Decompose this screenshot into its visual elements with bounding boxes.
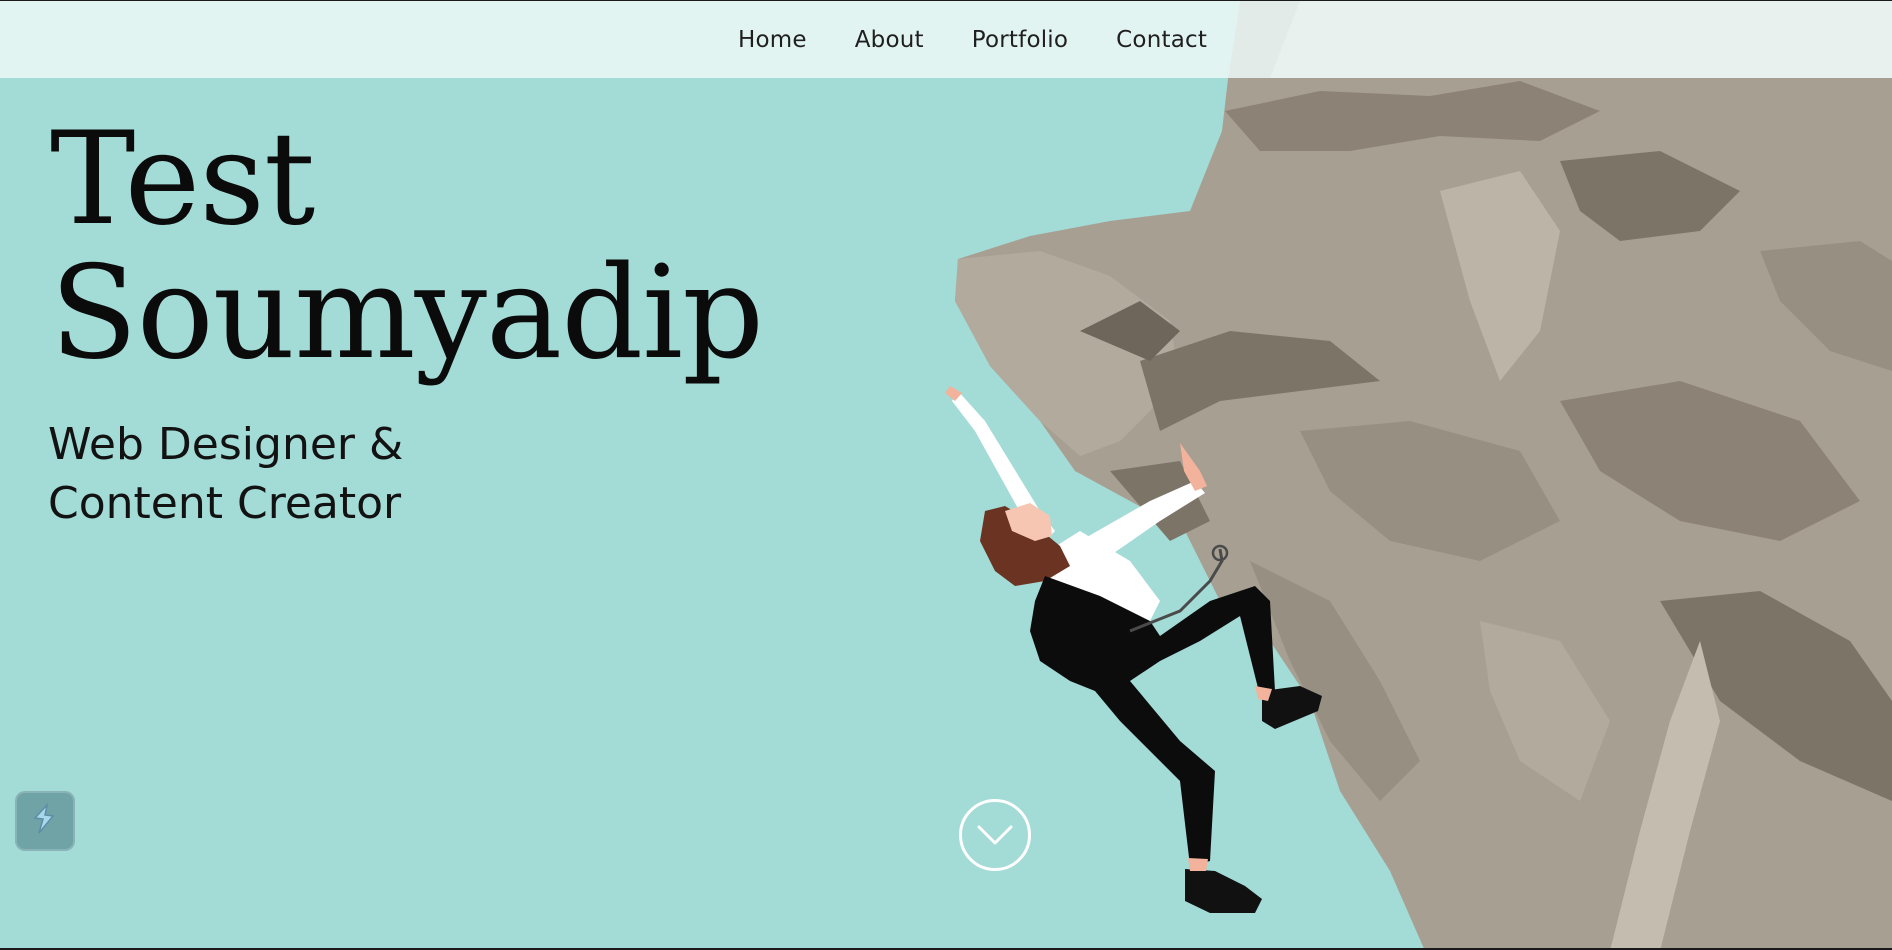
hero-title-line-2: Soumyadip — [50, 239, 764, 388]
hero-subtitle-line-2: Content Creator — [48, 478, 402, 529]
floating-widget-button[interactable] — [15, 791, 75, 851]
hero-section: Home About Portfolio Contact Test Soumya… — [0, 0, 1892, 950]
nav-link-contact[interactable]: Contact — [1116, 27, 1207, 53]
nav-link-portfolio[interactable]: Portfolio — [972, 27, 1068, 53]
nav-link-home[interactable]: Home — [738, 27, 807, 53]
chevron-down-icon — [977, 825, 1013, 845]
hero-subtitle-line-1: Web Designer & — [48, 419, 404, 470]
hero-title-line-1: Test — [50, 105, 315, 254]
nav-link-about[interactable]: About — [855, 27, 924, 53]
top-navbar: Home About Portfolio Contact — [0, 1, 1892, 78]
hero-title: Test Soumyadip — [50, 105, 764, 388]
scroll-down-button[interactable] — [959, 799, 1031, 871]
lightning-bolt-icon — [33, 803, 55, 834]
hero-subtitle: Web Designer & Content Creator — [48, 415, 403, 533]
nav-links: Home About Portfolio Contact — [738, 1, 1255, 78]
